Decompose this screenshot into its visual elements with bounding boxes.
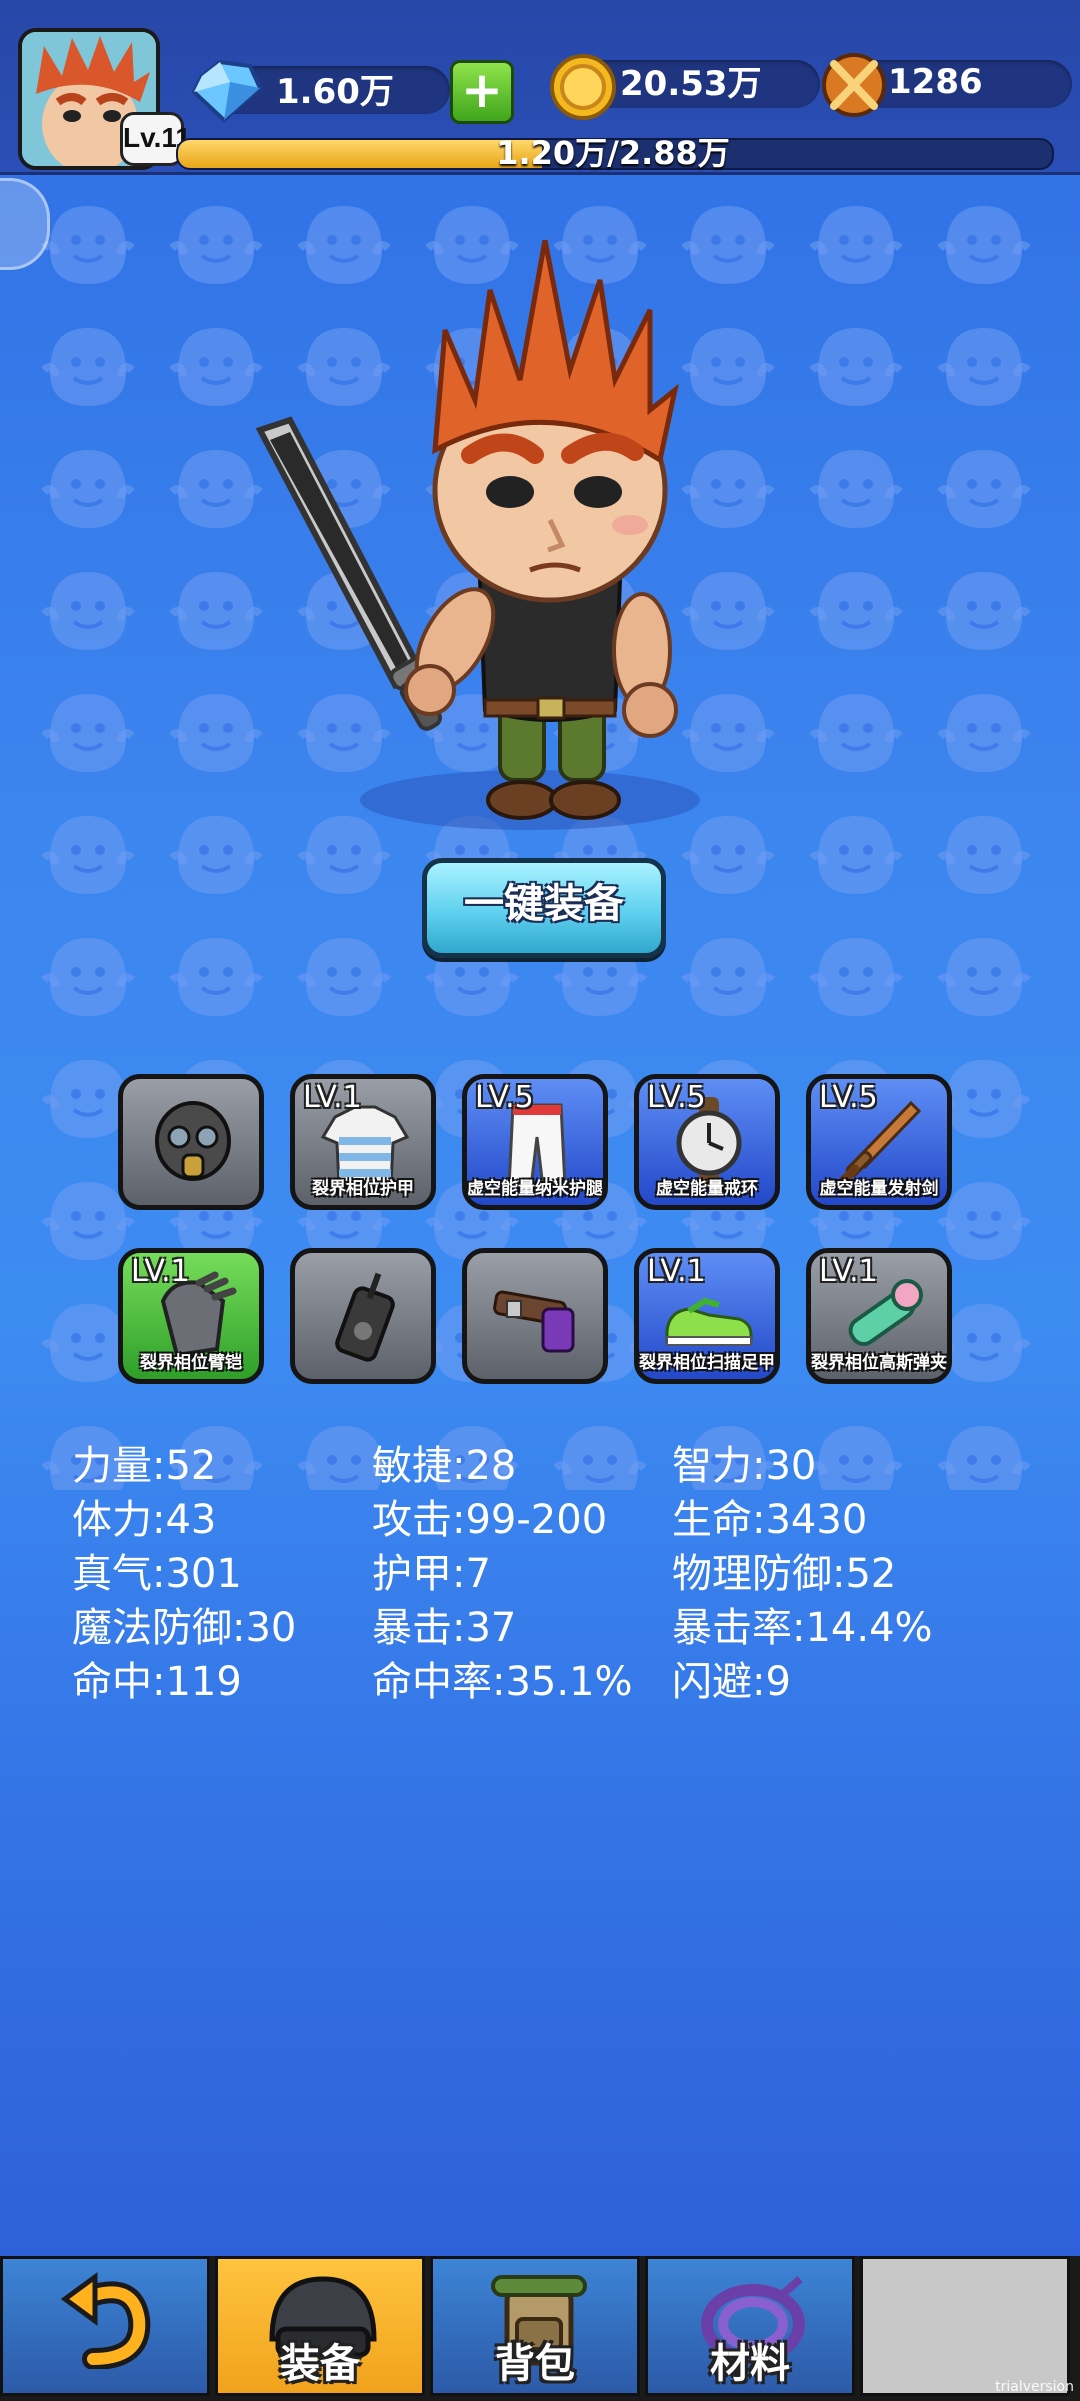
ghost-pattern-icon (809, 694, 903, 772)
ghost-pattern-icon (41, 938, 135, 1016)
stat-value: 命中:119 (72, 1659, 242, 1705)
gas-mask-helmet-icon (155, 1101, 231, 1181)
honor-amount: 1286 (888, 62, 983, 102)
coin-icon (550, 54, 616, 120)
equip-all-button[interactable]: 一键装备 (422, 858, 666, 958)
tab-equipment-label: 装备 (280, 2341, 360, 2387)
ghost-pattern-icon (937, 450, 1031, 528)
tab-materials-label: 材料 (710, 2341, 790, 2387)
plus-icon: + (461, 61, 503, 119)
stat-value: 命中率:35.1% (372, 1659, 633, 1705)
crossed-swords-icon (822, 53, 886, 117)
equipment-slot[interactable]: LV.1 裂界相位臂铠 (118, 1248, 264, 1384)
hero-character (255, 240, 700, 830)
tab-back[interactable] (0, 2256, 210, 2396)
stat-value: 暴击率:14.4% (672, 1605, 933, 1651)
ghost-pattern-icon (41, 572, 135, 650)
equipment-slot[interactable]: LV.1 裂界相位护甲 (290, 1074, 436, 1210)
ghost-pattern-icon (937, 328, 1031, 406)
tab-backpack-label: 背包 (495, 2341, 575, 2387)
ghost-pattern-icon (937, 938, 1031, 1016)
ghost-pattern-icon (41, 816, 135, 894)
equipment-level: LV.1 (303, 1080, 362, 1115)
equipment-name: 裂界相位护甲 (312, 1179, 414, 1199)
stat-value: 智力:30 (672, 1443, 817, 1489)
equipment-name: 虚空能量戒环 (656, 1179, 758, 1199)
ghost-pattern-icon (937, 572, 1031, 650)
top-bar: Lv.11 1.60万 + 20.53万 1286 1.20万/2.88万 (0, 0, 1080, 175)
stats-panel: 力量:52 敏捷:28 智力:30 体力:43 攻击:99-200 生命:3430 真气:3… (0, 1440, 1080, 1720)
ghost-pattern-icon (809, 938, 903, 1016)
watermark-text: trialversion (995, 2379, 1074, 2395)
equipment-level: LV.5 (647, 1080, 706, 1115)
stat-value: 攻击:99-200 (372, 1497, 608, 1543)
ghost-pattern-icon (809, 450, 903, 528)
equipment-level: LV.5 (475, 1080, 534, 1115)
equipment-slot[interactable] (462, 1248, 608, 1384)
stat-value: 暴击:37 (372, 1605, 517, 1651)
ghost-pattern-icon (41, 328, 135, 406)
equipment-name: 裂界相位扫描足甲 (639, 1353, 775, 1373)
ghost-pattern-icon (809, 572, 903, 650)
ghost-pattern-icon (297, 938, 391, 1016)
player-level-badge: Lv.11 (120, 112, 191, 166)
equipment-slot[interactable]: LV.1 裂界相位高斯弹夹 (806, 1248, 952, 1384)
stat-value: 闪避:9 (672, 1659, 791, 1705)
ghost-pattern-icon (169, 938, 263, 1016)
back-arrow-icon (60, 2272, 151, 2369)
stat-value: 力量:52 (72, 1443, 217, 1489)
diamond-icon (191, 59, 263, 123)
xp-progress-text: 1.20万/2.88万 (496, 134, 730, 172)
equipment-name: 虚空能量发射剑 (819, 1179, 939, 1199)
add-gems-button[interactable]: + (450, 60, 514, 124)
equipment-level: LV.1 (819, 1254, 878, 1289)
equipment-slot[interactable]: LV.5 虚空能量戒环 (634, 1074, 780, 1210)
stat-value: 敏捷:28 (372, 1443, 517, 1489)
equipment-name: 虚空能量纳米护腿 (467, 1179, 603, 1199)
equipment-name: 裂界相位臂铠 (140, 1353, 242, 1373)
ghost-pattern-icon (41, 450, 135, 528)
equipment-slot[interactable]: LV.5 虚空能量发射剑 (806, 1074, 952, 1210)
tab-empty (860, 2256, 1070, 2396)
ghost-pattern-icon (937, 206, 1031, 284)
equipment-level: LV.1 (647, 1254, 706, 1289)
belt-icon (493, 1290, 575, 1353)
equipment-slot[interactable] (290, 1248, 436, 1384)
stat-value: 真气:301 (72, 1551, 242, 1597)
equipment-slot[interactable]: LV.5 虚空能量纳米护腿 (462, 1074, 608, 1210)
equipment-level: LV.5 (819, 1080, 878, 1115)
bottom-nav: 装备 背包 材料 trialversion (0, 2256, 1080, 2401)
ghost-pattern-icon (681, 938, 775, 1016)
ghost-pattern-icon (809, 206, 903, 284)
walkie-talkie-icon (335, 1272, 395, 1362)
tab-materials[interactable]: 材料 (645, 2256, 855, 2396)
stat-value: 护甲:7 (372, 1551, 491, 1597)
coins-amount: 20.53万 (620, 64, 762, 104)
stat-value: 生命:3430 (672, 1497, 868, 1543)
ghost-pattern-icon (41, 206, 135, 284)
equipment-level: LV.1 (131, 1254, 190, 1289)
equipment-slot[interactable]: LV.1 裂界相位扫描足甲 (634, 1248, 780, 1384)
ghost-pattern-icon (41, 694, 135, 772)
ghost-pattern-icon (937, 694, 1031, 772)
ghost-pattern-icon (937, 816, 1031, 894)
tab-equipment[interactable]: 装备 (215, 2256, 425, 2396)
stat-value: 体力:43 (72, 1497, 217, 1543)
equipment-slot[interactable] (118, 1074, 264, 1210)
equipment-name: 裂界相位高斯弹夹 (811, 1353, 947, 1373)
ghost-pattern-icon (809, 328, 903, 406)
stat-value: 物理防御:52 (672, 1551, 897, 1597)
tab-backpack[interactable]: 背包 (430, 2256, 640, 2396)
stat-value: 魔法防御:30 (72, 1605, 297, 1651)
gems-amount: 1.60万 (276, 72, 394, 112)
ghost-pattern-icon (809, 816, 903, 894)
